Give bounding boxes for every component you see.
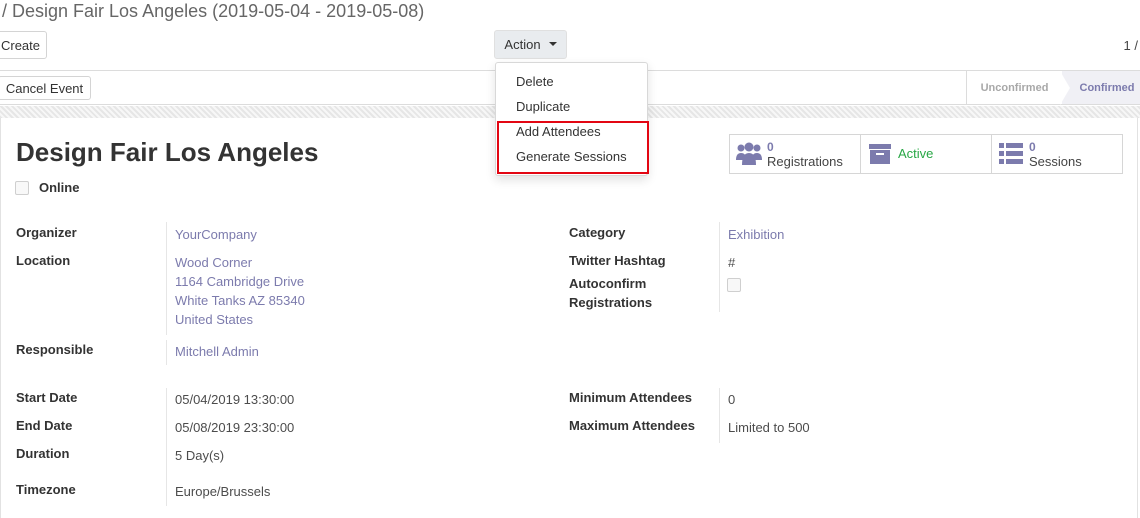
field-separator xyxy=(166,340,167,365)
field-separator xyxy=(719,388,720,443)
sessions-count: 0 xyxy=(1029,140,1036,154)
active-toggle-button[interactable]: Active xyxy=(861,135,992,173)
start-date-value[interactable]: 05/04/2019 13:30:00 xyxy=(175,390,294,409)
autoconfirm-label-line-1: Autoconfirm xyxy=(569,276,647,291)
autoconfirm-checkbox[interactable] xyxy=(727,278,741,292)
location-line-2[interactable]: 1164 Cambridge Drive xyxy=(175,272,304,291)
list-icon xyxy=(999,143,1023,164)
location-line-1[interactable]: Wood Corner xyxy=(175,253,252,272)
event-title: Design Fair Los Angeles xyxy=(16,137,319,167)
action-button-label: Action xyxy=(504,37,541,52)
stage-unconfirmed[interactable]: Unconfirmed xyxy=(966,71,1062,104)
online-label: Online xyxy=(39,180,80,195)
location-label: Location xyxy=(16,253,71,268)
registrations-count: 0 xyxy=(767,140,774,154)
twitter-hashtag-value[interactable]: # xyxy=(728,253,735,272)
field-separator xyxy=(166,222,167,335)
registrations-label: Registrations xyxy=(767,154,843,169)
responsible-label: Responsible xyxy=(16,342,94,357)
field-separator xyxy=(166,388,167,506)
caret-down-icon xyxy=(548,41,557,46)
action-button[interactable]: Action xyxy=(494,30,567,59)
active-label: Active xyxy=(898,146,934,161)
form-sheet xyxy=(0,118,1138,518)
breadcrumb[interactable]: / Design Fair Los Angeles (2019-05-04 - … xyxy=(2,1,424,22)
smart-buttons: 0 Registrations Active 0 Sessions xyxy=(729,134,1123,174)
maximum-attendees-value[interactable]: Limited to 500 xyxy=(728,418,810,437)
pager: 1 / xyxy=(1123,38,1138,53)
timezone-value[interactable]: Europe/Brussels xyxy=(175,482,270,501)
duration-value: 5 Day(s) xyxy=(175,448,225,463)
cancel-event-button[interactable]: Cancel Event xyxy=(0,76,91,100)
field-separator xyxy=(719,222,720,312)
autoconfirm-label-line-2: Registrations xyxy=(569,295,653,310)
minimum-attendees-value[interactable]: 0 xyxy=(728,390,735,409)
timezone-label: Timezone xyxy=(16,482,76,497)
archive-box-icon xyxy=(869,144,891,164)
users-icon xyxy=(736,142,762,165)
category-value[interactable]: Exhibition xyxy=(728,225,784,244)
maximum-attendees-label: Maximum Attendees xyxy=(569,418,695,433)
twitter-hashtag-label: Twitter Hashtag xyxy=(569,253,666,268)
menu-item-delete[interactable]: Delete xyxy=(516,74,554,89)
duration-label: Duration xyxy=(16,446,70,461)
responsible-value[interactable]: Mitchell Admin xyxy=(175,342,259,361)
location-line-3[interactable]: White Tanks AZ 85340 xyxy=(175,291,305,310)
highlight-box xyxy=(497,121,649,174)
registrations-button[interactable]: 0 Registrations xyxy=(730,135,861,173)
minimum-attendees-label: Minimum Attendees xyxy=(569,390,693,405)
stage-confirmed[interactable]: Confirmed xyxy=(1062,71,1140,104)
start-date-label: Start Date xyxy=(16,390,78,405)
sessions-button[interactable]: 0 Sessions xyxy=(992,135,1122,173)
location-line-4[interactable]: United States xyxy=(175,310,253,329)
end-date-value[interactable]: 05/08/2019 23:30:00 xyxy=(175,418,294,437)
create-button[interactable]: Create xyxy=(0,31,47,59)
stage-arrow xyxy=(1060,71,1070,105)
sessions-label: Sessions xyxy=(1029,154,1082,169)
organizer-label: Organizer xyxy=(16,225,77,240)
menu-item-duplicate[interactable]: Duplicate xyxy=(516,99,570,114)
online-checkbox[interactable] xyxy=(15,181,29,195)
end-date-label: End Date xyxy=(16,418,73,433)
category-label: Category xyxy=(569,225,626,240)
organizer-value[interactable]: YourCompany xyxy=(175,225,257,244)
